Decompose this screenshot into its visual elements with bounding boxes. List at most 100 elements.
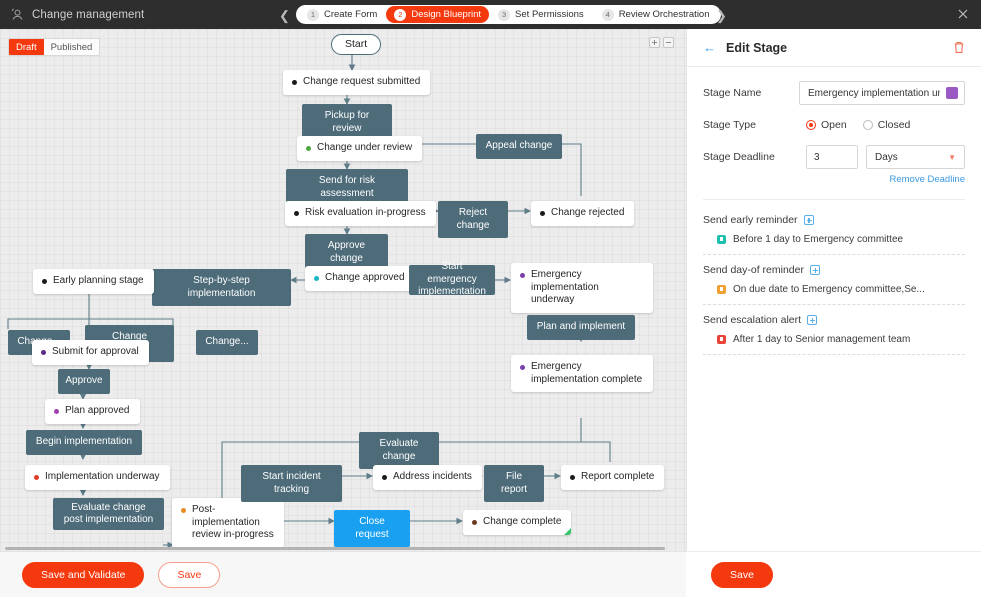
alert-item-label: Before 1 day to Emergency committee <box>733 234 904 245</box>
state-risk-evaluation-in-progress[interactable]: Risk evaluation in-progress <box>285 201 436 226</box>
step-design-blueprint[interactable]: 2 Design Blueprint <box>386 6 490 23</box>
state-label: Report complete <box>581 471 655 482</box>
alert-group-escalation-alert: Send escalation alert After 1 day to Sen… <box>703 314 965 355</box>
remove-deadline-link[interactable]: Remove Deadline <box>703 174 965 185</box>
state-color-dot <box>540 210 545 216</box>
stage-name-field[interactable] <box>799 81 965 105</box>
state-label: Post-implementation review in-progress <box>192 504 274 540</box>
step-review-orchestration[interactable]: 4 Review Orchestration <box>593 7 719 22</box>
state-change-complete[interactable]: Change complete <box>463 510 572 535</box>
toggle-published[interactable]: Published <box>44 39 100 55</box>
state-label: Emergency implementation underway <box>531 269 599 305</box>
alert-title-row: Send day-of reminder <box>703 264 965 276</box>
transition-start-emergency-implementation[interactable]: Start emergency implementation <box>409 261 495 297</box>
state-color-dot <box>41 349 46 355</box>
state-color-dot <box>520 273 525 278</box>
trash-icon[interactable] <box>953 41 965 54</box>
state-label: Early planning stage <box>53 275 144 286</box>
back-arrow-icon[interactable]: ← <box>703 41 716 54</box>
state-change-approved[interactable]: Change approved <box>305 266 415 291</box>
state-emergency-implementation-complete[interactable]: Emergency implementation complete <box>511 355 653 392</box>
save-and-validate-button[interactable]: Save and Validate <box>22 561 145 588</box>
panel-title: Edit Stage <box>726 40 788 55</box>
add-icon[interactable] <box>809 265 820 275</box>
step-label: Review Orchestration <box>618 9 710 20</box>
state-implementation-underway[interactable]: Implementation underway <box>25 465 170 490</box>
state-color-dot <box>472 519 477 525</box>
radio-open-circle[interactable] <box>806 120 816 130</box>
start-node[interactable]: Start <box>331 34 382 55</box>
zoom-in-icon[interactable] <box>649 37 660 48</box>
app-identity: Change management <box>0 7 144 22</box>
alert-item[interactable]: On due date to Emergency committee,Se... <box>703 276 965 305</box>
state-label: Change request submitted <box>303 76 421 87</box>
radio-closed[interactable]: Closed <box>862 119 910 131</box>
zoom-out-icon[interactable] <box>663 37 674 48</box>
chevron-right-icon[interactable]: ❯ <box>716 9 727 22</box>
add-icon[interactable] <box>807 315 818 325</box>
transition-appeal-change[interactable]: Appeal change <box>476 134 562 159</box>
panel-save-button[interactable]: Save <box>711 561 773 588</box>
add-icon[interactable] <box>803 215 814 225</box>
stage-name-input[interactable] <box>808 87 940 99</box>
close-icon[interactable] <box>957 8 969 20</box>
transition-evaluate-change[interactable]: Evaluate change <box>359 432 439 469</box>
state-color-dot <box>314 275 319 281</box>
app-title: Change management <box>32 8 145 21</box>
alert-item[interactable]: After 1 day to Senior management team <box>703 326 965 355</box>
draft-published-toggle[interactable]: Draft Published <box>8 38 101 56</box>
stage-color-swatch[interactable] <box>946 87 958 99</box>
state-change-request-submitted[interactable]: Change request submitted <box>283 70 431 95</box>
deadline-number-field[interactable] <box>806 145 858 169</box>
state-label: Address incidents <box>393 471 472 482</box>
state-change-under-review[interactable]: Change under review <box>297 136 423 161</box>
step-number: 2 <box>394 8 407 21</box>
alert-item-label: On due date to Emergency committee,Se... <box>733 284 925 295</box>
alert-title-row: Send escalation alert <box>703 314 965 326</box>
state-post-implementation-review[interactable]: Post-implementation review in-progress <box>172 498 284 548</box>
transition-evaluate-change-post-implementation[interactable]: Evaluate change post implementation <box>53 498 164 530</box>
deadline-unit-select[interactable]: Days ▼ <box>866 145 965 169</box>
save-button[interactable]: Save <box>158 561 221 588</box>
state-report-complete[interactable]: Report complete <box>561 465 665 490</box>
state-early-planning-stage[interactable]: Early planning stage <box>33 269 154 294</box>
state-label: Submit for approval <box>52 346 139 357</box>
state-label: Change rejected <box>551 207 625 218</box>
step-number: 3 <box>498 8 511 21</box>
step-set-permissions[interactable]: 3 Set Permissions <box>489 7 593 22</box>
state-color-dot <box>382 474 387 480</box>
transition-approve[interactable]: Approve <box>58 369 110 394</box>
step-label: Create Form <box>324 9 378 20</box>
deadline-number-input[interactable] <box>807 146 857 168</box>
step-label: Set Permissions <box>515 9 584 20</box>
transition-close-request[interactable]: Close request <box>334 510 410 547</box>
chevron-left-icon[interactable]: ❮ <box>279 9 290 22</box>
reminder-icon <box>717 235 726 244</box>
state-submit-for-approval[interactable]: Submit for approval <box>32 340 149 365</box>
state-emergency-implementation-underway[interactable]: Emergency implementation underway <box>511 263 653 313</box>
transition-step-by-step-implementation[interactable]: Step-by-step implementation <box>152 269 291 306</box>
edit-stage-panel: ← Edit Stage Stage Name Stage Type Op <box>686 29 981 597</box>
transition-start-incident-tracking[interactable]: Start incident tracking <box>241 465 342 502</box>
toggle-draft[interactable]: Draft <box>9 39 44 55</box>
state-address-incidents[interactable]: Address incidents <box>373 465 482 490</box>
transition-change-right[interactable]: Change... <box>196 330 258 355</box>
transition-begin-implementation[interactable]: Begin implementation <box>26 430 142 455</box>
transition-file-report[interactable]: File report <box>484 465 544 502</box>
state-label: Change complete <box>483 516 562 527</box>
chevron-down-icon[interactable]: ▼ <box>948 153 956 162</box>
deadline-controls: Days ▼ <box>806 145 965 169</box>
step-number: 4 <box>601 8 614 21</box>
state-plan-approved[interactable]: Plan approved <box>45 399 140 424</box>
radio-open[interactable]: Open <box>806 119 847 131</box>
step-create-form[interactable]: 1 Create Form <box>298 7 386 22</box>
blueprint-canvas[interactable]: Draft Published Start Change request sub… <box>0 29 686 551</box>
transition-plan-and-implement[interactable]: Plan and implement <box>527 315 635 340</box>
radio-closed-circle[interactable] <box>862 120 873 130</box>
step-number: 1 <box>307 8 319 21</box>
transition-reject-change[interactable]: Reject change <box>438 201 508 238</box>
state-change-rejected[interactable]: Change rejected <box>531 201 635 226</box>
alert-group-early-reminder: Send early reminder Before 1 day to Emer… <box>703 214 965 255</box>
alert-item[interactable]: Before 1 day to Emergency committee <box>703 226 965 255</box>
scrollbar-thumb[interactable] <box>5 547 665 550</box>
